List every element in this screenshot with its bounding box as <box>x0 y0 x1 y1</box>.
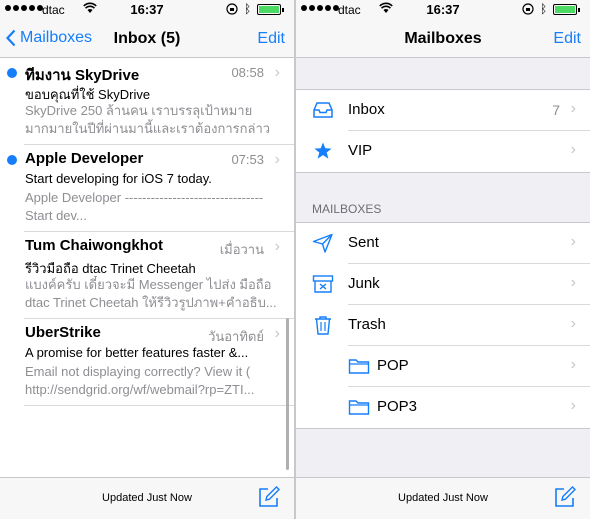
message-list: ทีมงาน SkyDrive 08:58 › ขอบคุณที่ใช้ Sky… <box>0 58 294 406</box>
message-sender: Tum Chaiwongkhot <box>25 237 164 254</box>
chevron-right-icon: › <box>570 100 576 117</box>
mailboxes-section: Sent › Junk › Trash › POP › POP3 › <box>296 222 590 429</box>
scrollbar[interactable] <box>286 318 289 470</box>
page-title: Mailboxes <box>404 30 482 47</box>
bluetooth-icon: ᛒ <box>244 2 252 16</box>
edit-button[interactable]: Edit <box>257 30 285 48</box>
message-preview: SkyDrive 250 ล้านคน เราบรรลุเป้าหมาย มาก… <box>25 103 271 136</box>
chevron-right-icon: › <box>570 356 576 373</box>
navigation-bar: Mailboxes Inbox (5) Edit <box>0 20 294 58</box>
chevron-right-icon: › <box>570 233 576 250</box>
status-bar: dtac 16:37 ᛒ <box>296 0 590 20</box>
message-date: วันอาทิตย์ <box>208 329 264 344</box>
message-date: 07:53 <box>231 152 264 167</box>
mailbox-row-trash[interactable]: Trash › <box>296 305 590 346</box>
message-row[interactable]: UberStrike วันอาทิตย์ › A promise for be… <box>24 319 294 406</box>
chevron-right-icon: › <box>570 274 576 291</box>
update-status: Updated Just Now <box>102 492 192 504</box>
bottom-toolbar: Updated Just Now <box>296 477 590 519</box>
mailbox-label: Trash <box>348 316 386 333</box>
inbox-icon <box>313 102 333 118</box>
compose-icon[interactable] <box>258 486 280 508</box>
unread-indicator <box>7 68 17 78</box>
chevron-right-icon: › <box>570 141 576 158</box>
navigation-bar: Mailboxes Edit <box>296 20 590 58</box>
message-preview: Email not displaying correctly? View it … <box>25 364 255 397</box>
message-row[interactable]: ทีมงาน SkyDrive 08:58 › ขอบคุณที่ใช้ Sky… <box>7 58 294 145</box>
mailbox-label: POP <box>377 357 409 374</box>
rotation-lock-icon <box>522 3 534 15</box>
message-sender: Apple Developer <box>25 150 144 167</box>
mailbox-label: Sent <box>348 234 379 251</box>
sent-icon <box>312 233 333 253</box>
compose-icon[interactable] <box>554 486 576 508</box>
mailbox-row-pop3[interactable]: POP3 › <box>296 387 590 428</box>
message-preview: Apple Developer ------------------------… <box>25 190 264 223</box>
mailbox-label: VIP <box>348 142 373 159</box>
bottom-toolbar: Updated Just Now <box>0 477 294 519</box>
mailbox-label: POP3 <box>377 398 418 415</box>
mailbox-row-vip[interactable]: VIP › <box>296 131 590 172</box>
mailbox-label: Inbox <box>348 101 385 118</box>
chevron-right-icon: › <box>274 64 280 81</box>
chevron-right-icon: › <box>570 397 576 414</box>
message-date: 08:58 <box>231 65 264 80</box>
mailbox-row-junk[interactable]: Junk › <box>296 264 590 305</box>
message-subject: A promise for better features faster &..… <box>25 345 249 360</box>
bluetooth-icon: ᛒ <box>540 2 548 16</box>
rotation-lock-icon <box>226 3 238 15</box>
battery-icon <box>553 4 580 15</box>
inbox-screen: dtac 16:37 ᛒ Mailboxes Inbox (5) Edit ที… <box>0 0 294 519</box>
section-header: MAILBOXES <box>312 202 382 216</box>
edit-button[interactable]: Edit <box>553 30 581 48</box>
mailbox-row-pop[interactable]: POP › <box>296 346 590 387</box>
mailboxes-screen: dtac 16:37 ᛒ Mailboxes Edit Inbox 7 › VI… <box>296 0 590 519</box>
status-bar: dtac 16:37 ᛒ <box>0 0 294 20</box>
chevron-right-icon: › <box>274 238 280 255</box>
mailbox-row-sent[interactable]: Sent › <box>296 223 590 264</box>
page-title: Inbox (5) <box>113 30 181 47</box>
mailbox-label: Junk <box>348 275 380 292</box>
unread-count: 7 <box>552 102 560 118</box>
chevron-right-icon: › <box>274 325 280 342</box>
favorites-section: Inbox 7 › VIP › <box>296 89 590 173</box>
unread-indicator <box>7 155 17 165</box>
message-row[interactable]: Tum Chaiwongkhot เมื่อวาน › รีวิวมือถือ … <box>24 232 294 319</box>
folder-icon <box>348 359 370 374</box>
battery-icon <box>257 4 284 15</box>
trash-icon <box>315 316 331 335</box>
mailbox-row-inbox[interactable]: Inbox 7 › <box>296 90 590 131</box>
chevron-right-icon: › <box>570 315 576 332</box>
update-status: Updated Just Now <box>398 492 488 504</box>
message-preview: แบงค์ครับ เดี๋ยวจะมี Messenger ไปส่ง มือ… <box>25 277 277 310</box>
message-date: เมื่อวาน <box>219 242 264 257</box>
junk-icon <box>312 275 334 293</box>
message-sender: UberStrike <box>25 324 101 341</box>
folder-icon <box>348 400 370 415</box>
star-icon <box>314 142 332 159</box>
chevron-right-icon: › <box>274 151 280 168</box>
message-row[interactable]: Apple Developer 07:53 › Start developing… <box>7 145 294 232</box>
message-subject: Start developing for iOS 7 today. <box>25 171 212 186</box>
